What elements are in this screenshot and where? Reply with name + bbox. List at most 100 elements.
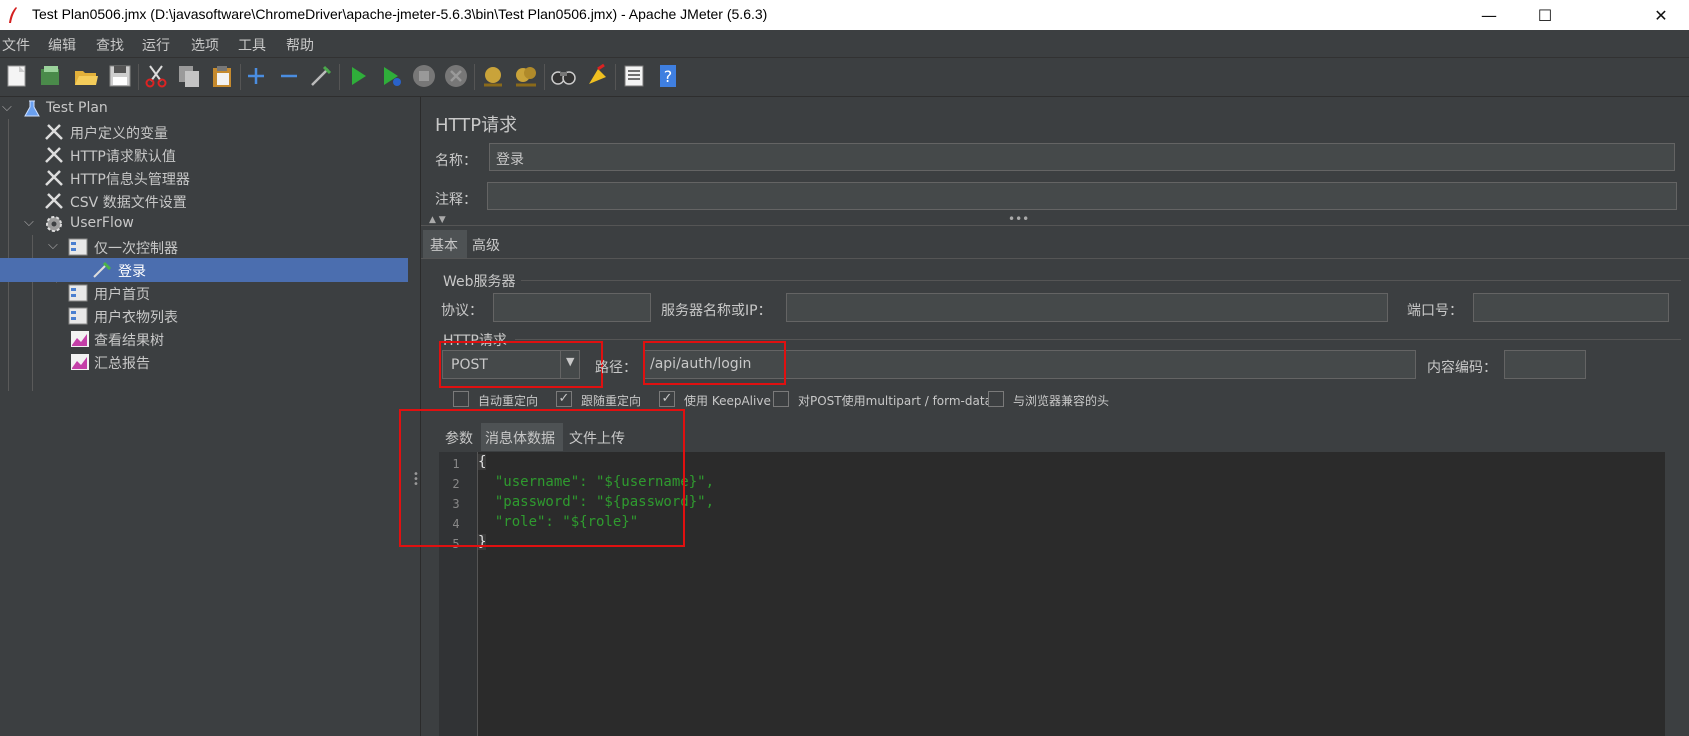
name-label: 名称： xyxy=(435,153,477,169)
tree-label: Test Plan xyxy=(46,100,108,116)
menu-tools[interactable]: 工具 xyxy=(238,35,266,55)
paste-icon[interactable] xyxy=(209,63,235,89)
wrench-icon xyxy=(45,170,63,186)
tree-node[interactable]: HTTP请求默认值 xyxy=(0,143,408,167)
encoding-label: 内容编码： xyxy=(1427,360,1497,376)
function-helper-icon[interactable] xyxy=(621,63,647,89)
keepalive-checkbox[interactable]: ✓ xyxy=(659,391,675,407)
checkmark-icon: ✓ xyxy=(661,391,673,406)
tree-node[interactable]: 用户衣物列表 xyxy=(0,304,408,328)
server-label: 服务器名称或IP： xyxy=(661,303,772,319)
vertical-scrollbar[interactable] xyxy=(1665,452,1677,736)
tree-node[interactable]: 用户定义的变量 xyxy=(0,120,408,144)
controller-icon xyxy=(68,238,88,256)
menu-help[interactable]: 帮助 xyxy=(286,35,314,55)
section-border xyxy=(521,280,1681,281)
checkbox-label: 使用 KeepAlive xyxy=(684,394,771,408)
save-icon[interactable] xyxy=(107,63,133,89)
follow-redirects-checkbox[interactable]: ✓ xyxy=(556,391,572,407)
title-bar: Test Plan0506.jmx (D:\javasoftware\Chrom… xyxy=(0,0,1689,30)
test-plan-tree: ⌵ Test Plan 用户定义的变量 HTTP请求默认值 HTTP信息头管理器… xyxy=(0,97,409,736)
comment-input[interactable] xyxy=(487,182,1677,210)
wrench-icon xyxy=(45,124,63,140)
menu-bar: 文件 编辑 查找 运行 选项 工具 帮助 xyxy=(0,30,1689,58)
tree-label: 汇总报告 xyxy=(94,356,150,372)
tree-label: CSV 数据文件设置 xyxy=(70,195,187,211)
cut-icon[interactable] xyxy=(143,63,169,89)
minimize-icon: — xyxy=(1481,5,1497,25)
menu-run[interactable]: 运行 xyxy=(142,35,170,55)
port-input[interactable] xyxy=(1473,293,1669,322)
tree-node[interactable]: CSV 数据文件设置 xyxy=(0,189,408,213)
expand-icon[interactable] xyxy=(243,63,269,89)
tree-node-selected[interactable]: 登录 xyxy=(0,258,408,282)
toggle-icon[interactable] xyxy=(308,63,334,89)
shutdown-icon[interactable] xyxy=(443,63,469,89)
open-icon[interactable] xyxy=(73,63,99,89)
http-request-panel: HTTP请求 名称： 登录 注释： ▲ ▼ ••• 基本 高级 Web服务器 协… xyxy=(399,97,1689,736)
controller-icon xyxy=(68,307,88,325)
reset-search-icon[interactable] xyxy=(584,63,610,89)
section-border xyxy=(515,339,1681,340)
tab-label: 基本 xyxy=(430,238,458,254)
controller-icon xyxy=(68,284,88,302)
menu-search[interactable]: 查找 xyxy=(96,35,124,55)
menu-file[interactable]: 文件 xyxy=(2,35,30,55)
checkbox-label: 对POST使用multipart / form-data xyxy=(798,394,992,408)
browser-compatible-headers-checkbox[interactable] xyxy=(988,391,1004,407)
tree-label: 用户定义的变量 xyxy=(70,126,168,142)
tree-node[interactable]: HTTP信息头管理器 xyxy=(0,166,408,190)
tree-label: 登录 xyxy=(118,264,146,280)
chevron-down-icon[interactable]: ⌵ xyxy=(24,215,34,230)
maximize-button[interactable]: ☐ xyxy=(1517,0,1573,30)
start-no-pause-icon[interactable] xyxy=(378,63,404,89)
tree-node-test-plan[interactable]: ⌵ Test Plan xyxy=(0,97,408,121)
menu-edit[interactable]: 编辑 xyxy=(48,35,76,55)
tree-node[interactable]: ⌵ 仅一次控制器 xyxy=(0,235,408,259)
tree-node[interactable]: 用户首页 xyxy=(0,281,408,305)
toolbar-separator xyxy=(544,64,545,90)
new-icon[interactable] xyxy=(4,63,30,89)
highlight-box xyxy=(399,409,685,547)
checkbox-label: 与浏览器兼容的头 xyxy=(1013,394,1110,408)
clear-icon[interactable] xyxy=(480,63,506,89)
sampler-icon xyxy=(93,261,112,278)
wrench-icon xyxy=(45,193,63,209)
copy-icon[interactable] xyxy=(176,63,202,89)
minimize-button[interactable]: — xyxy=(1461,0,1517,30)
tree-node[interactable]: 汇总报告 xyxy=(0,350,408,374)
svg-text:?: ? xyxy=(664,67,673,86)
collapse-icon[interactable] xyxy=(276,63,302,89)
highlight-box xyxy=(439,341,603,388)
path-label: 路径： xyxy=(595,360,637,376)
wrench-icon xyxy=(45,147,63,163)
close-button[interactable]: ✕ xyxy=(1633,0,1689,30)
start-icon[interactable] xyxy=(345,63,371,89)
menu-options[interactable]: 选项 xyxy=(191,35,219,55)
tree-node-userflow[interactable]: ⌵ UserFlow xyxy=(0,212,408,236)
chevron-down-icon[interactable]: ⌵ xyxy=(48,238,58,253)
chart-icon xyxy=(71,354,89,370)
help-icon[interactable]: ? xyxy=(655,63,681,89)
port-label: 端口号： xyxy=(1407,303,1463,319)
tab-advanced[interactable]: 高级 xyxy=(469,230,509,258)
drag-handle-icon[interactable]: ••• xyxy=(1008,212,1029,226)
protocol-input[interactable] xyxy=(493,293,651,322)
tree-label: HTTP信息头管理器 xyxy=(70,172,190,188)
stop-icon[interactable] xyxy=(411,63,437,89)
collapse-arrows-icon[interactable]: ▲ ▼ xyxy=(429,215,446,225)
server-input[interactable] xyxy=(786,293,1388,322)
name-input[interactable]: 登录 xyxy=(489,143,1675,171)
tab-basic[interactable]: 基本 xyxy=(423,230,467,258)
maximize-icon: ☐ xyxy=(1537,5,1553,25)
auto-redirect-checkbox[interactable] xyxy=(453,391,469,407)
tree-node[interactable]: 查看结果树 xyxy=(0,327,408,351)
templates-icon[interactable] xyxy=(38,63,64,89)
chevron-down-icon[interactable]: ⌵ xyxy=(2,100,12,115)
highlight-box xyxy=(643,341,786,385)
search-icon[interactable] xyxy=(550,63,576,89)
section-web-server: Web服务器 xyxy=(443,274,516,290)
encoding-input[interactable] xyxy=(1504,350,1586,379)
clear-all-icon[interactable] xyxy=(513,63,539,89)
multipart-checkbox[interactable] xyxy=(773,391,789,407)
